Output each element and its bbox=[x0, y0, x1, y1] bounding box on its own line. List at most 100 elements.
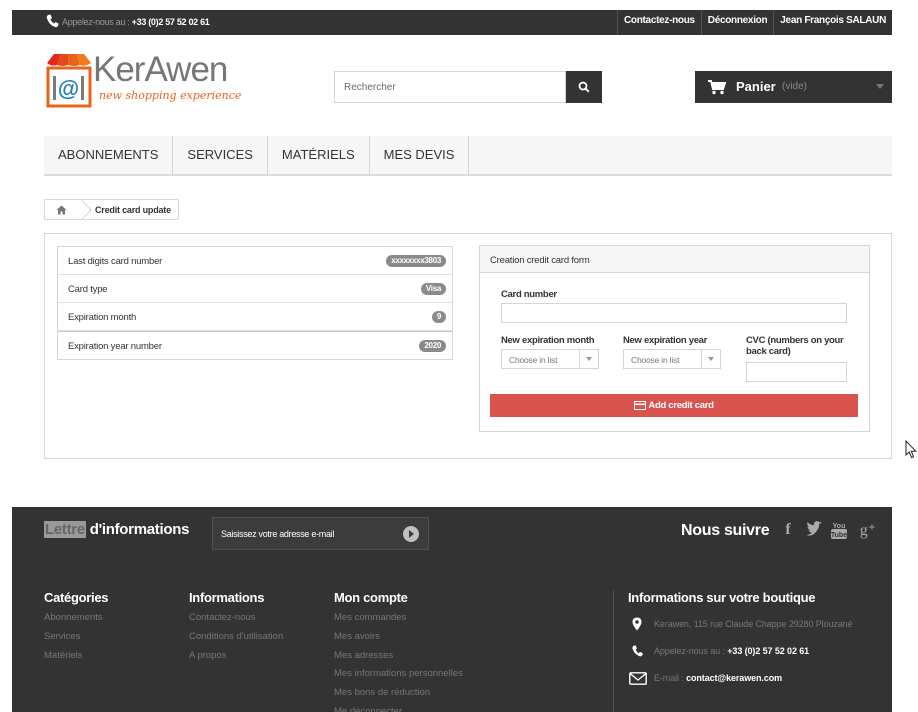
footer-account: Mon compte Mes commandes Mes avoirs Mes … bbox=[334, 590, 463, 712]
footer-link[interactable]: Mes bons de réduction bbox=[334, 684, 463, 703]
add-credit-card-label: Add credit card bbox=[648, 400, 714, 411]
cart-button[interactable]: Panier (vide) bbox=[695, 71, 892, 103]
footer-link[interactable]: Abonnements bbox=[44, 609, 108, 628]
footer-link[interactable]: Services bbox=[44, 628, 108, 647]
phone-icon bbox=[632, 645, 643, 657]
nav-item-services[interactable]: SERVICES bbox=[173, 136, 268, 174]
footer-categories-title: Catégories bbox=[44, 590, 109, 605]
search-button[interactable] bbox=[566, 71, 602, 103]
newsletter-bar: Lettre d'informations Saisissez votre ad… bbox=[12, 507, 892, 555]
month-select-value: Choose in list bbox=[509, 355, 558, 365]
home-icon bbox=[56, 205, 66, 214]
newsletter-title: Lettre d'informations bbox=[44, 521, 189, 538]
google-plus-icon[interactable]: g⁺ bbox=[858, 519, 878, 541]
list-item: Expiration year number 2020 bbox=[58, 331, 452, 359]
store-address: Kerawen, 115 rue Claude Chappe 29280 Plo… bbox=[654, 619, 853, 629]
footer-link[interactable]: Mes informations personnelles bbox=[334, 665, 463, 684]
breadcrumb-separator bbox=[77, 200, 87, 219]
contact-link[interactable]: Contactez-nous bbox=[616, 10, 701, 35]
card-info-label: Expiration month bbox=[68, 312, 137, 323]
cart-label: Panier bbox=[736, 79, 776, 94]
footer-account-title: Mon compte bbox=[334, 590, 408, 605]
footer-link[interactable]: Contactez-nous bbox=[189, 609, 283, 628]
store-email-prefix: E-mail : bbox=[654, 673, 684, 683]
store-email[interactable]: contact@kerawen.com bbox=[686, 673, 782, 683]
mouse-cursor-icon bbox=[905, 440, 917, 459]
facebook-icon[interactable]: f bbox=[781, 519, 795, 541]
credit-card-section: Last digits card number xxxxxxxx3803 Car… bbox=[44, 233, 892, 459]
footer-link[interactable]: Me déconnecter bbox=[334, 703, 463, 712]
card-info-badge: xxxxxxxx3803 bbox=[386, 255, 446, 267]
search-bar bbox=[334, 71, 602, 103]
chevron-down-icon bbox=[579, 350, 598, 368]
top-bar: Appelez-nous au : +33 (0)2 57 52 02 61 C… bbox=[12, 10, 892, 35]
cart-status: (vide) bbox=[782, 81, 808, 92]
footer-link[interactable]: Mes avoirs bbox=[334, 628, 463, 647]
store-call-prefix: Appelez-nous au : bbox=[654, 646, 725, 656]
svg-text:Tube: Tube bbox=[831, 532, 847, 539]
search-icon bbox=[578, 81, 590, 93]
footer-store-info: Informations sur votre boutique Kerawen,… bbox=[628, 590, 892, 685]
card-number-input[interactable] bbox=[501, 303, 847, 323]
footer-link[interactable]: Conditions d'utilisation bbox=[189, 628, 283, 647]
list-item: Last digits card number xxxxxxxx3803 bbox=[58, 247, 452, 275]
breadcrumb-current: Credit card update bbox=[95, 204, 171, 215]
card-info-badge: Visa bbox=[420, 283, 446, 295]
account-link[interactable]: Jean François SALAUN bbox=[773, 10, 892, 35]
topbar-call: Appelez-nous au : +33 (0)2 57 52 02 61 bbox=[62, 17, 210, 27]
year-label: New expiration year bbox=[623, 335, 708, 346]
footer-store-title: Informations sur votre boutique bbox=[628, 590, 816, 605]
follow-us-label: Nous suivre bbox=[681, 522, 770, 539]
footer: Catégories Abonnements Services Matériel… bbox=[12, 555, 892, 712]
footer-link[interactable]: Mes adresses bbox=[334, 647, 463, 666]
nav-item-mes-devis[interactable]: MES DEVIS bbox=[370, 136, 470, 174]
list-item: Expiration month 9 bbox=[58, 303, 452, 331]
nav-item-abonnements[interactable]: ABONNEMENTS bbox=[44, 136, 174, 174]
chevron-down-icon bbox=[701, 350, 720, 368]
card-info-label: Card type bbox=[68, 284, 108, 295]
cvc-label: CVC (numbers on your back card) bbox=[746, 335, 844, 357]
form-title: Creation credit card form bbox=[480, 246, 869, 273]
topbar-phone: +33 (0)2 57 52 02 61 bbox=[131, 17, 210, 27]
topbar-call-prefix: Appelez-nous au : bbox=[62, 17, 130, 27]
card-info-list: Last digits card number xxxxxxxx3803 Car… bbox=[57, 246, 453, 360]
breadcrumb: Credit card update bbox=[44, 199, 179, 220]
phone-icon bbox=[46, 14, 59, 28]
credit-card-form: Creation credit card form Card number Ne… bbox=[479, 245, 870, 432]
card-info-badge: 2020 bbox=[419, 340, 446, 352]
footer-link[interactable]: Mes commandes bbox=[334, 609, 463, 628]
search-input[interactable] bbox=[334, 71, 566, 103]
newsletter-submit-icon[interactable] bbox=[403, 526, 419, 542]
svg-text:You: You bbox=[833, 523, 846, 530]
card-number-label: Card number bbox=[501, 289, 557, 300]
map-marker-icon bbox=[632, 617, 642, 631]
footer-divider bbox=[613, 590, 614, 712]
year-select-value: Choose in list bbox=[631, 355, 680, 365]
footer-informations-title: Informations bbox=[189, 590, 265, 605]
cart-icon bbox=[708, 80, 726, 95]
card-info-label: Last digits card number bbox=[68, 256, 163, 267]
logout-link[interactable]: Déconnexion bbox=[700, 10, 774, 35]
store-email-text: E-mail : contact@kerawen.com bbox=[654, 673, 782, 683]
newsletter-email-placeholder: Saisissez votre adresse e-mail bbox=[221, 529, 335, 539]
main-nav: ABONNEMENTS SERVICES MATÉRIELS MES DEVIS bbox=[44, 136, 892, 176]
logo-tagline: new shopping experience bbox=[99, 89, 242, 102]
year-select[interactable]: Choose in list bbox=[623, 349, 721, 369]
footer-link[interactable]: Matériels bbox=[44, 647, 108, 666]
newsletter-title-rest: d'informations bbox=[85, 521, 190, 538]
store-phone-text: Appelez-nous au : +33 (0)2 57 52 02 61 bbox=[654, 646, 809, 656]
youtube-icon[interactable]: You Tube bbox=[830, 519, 848, 541]
logo-brand: KerAwen bbox=[93, 50, 228, 89]
logo-shop-icon: @ bbox=[46, 54, 92, 108]
site-logo[interactable]: @ KerAwen new shopping experience bbox=[45, 50, 255, 109]
month-select[interactable]: Choose in list bbox=[501, 349, 599, 369]
cvc-input[interactable] bbox=[746, 362, 847, 382]
newsletter-email-field[interactable]: Saisissez votre adresse e-mail bbox=[212, 517, 429, 550]
add-credit-card-button[interactable]: Add credit card bbox=[490, 394, 858, 417]
footer-link[interactable]: A propos bbox=[189, 647, 283, 666]
top-links: Contactez-nous Déconnexion Jean François… bbox=[616, 10, 892, 35]
twitter-icon[interactable] bbox=[805, 519, 825, 541]
nav-item-materiels[interactable]: MATÉRIELS bbox=[268, 136, 370, 174]
footer-categories: Catégories Abonnements Services Matériel… bbox=[44, 590, 109, 666]
footer-informations: Informations Contactez-nous Conditions d… bbox=[189, 590, 283, 665]
